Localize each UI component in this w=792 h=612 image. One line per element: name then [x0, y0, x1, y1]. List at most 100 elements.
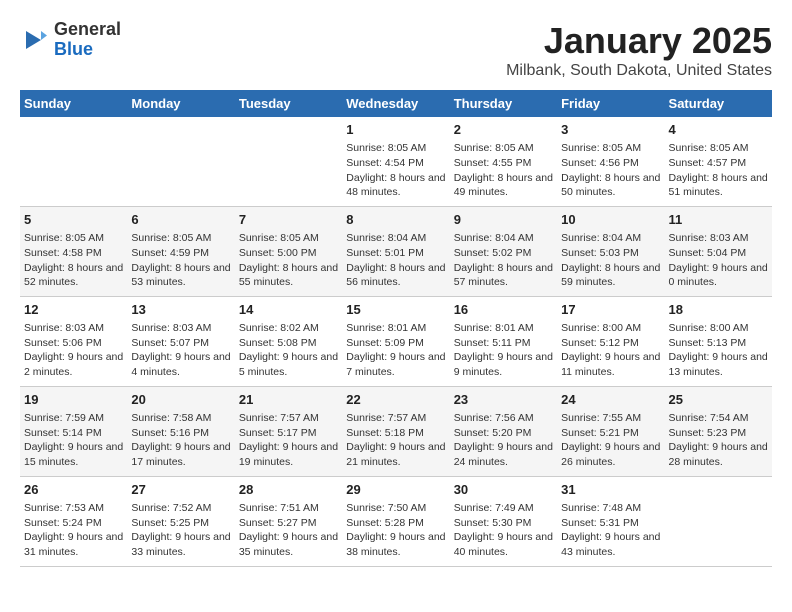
main-title: January 2025 — [506, 20, 772, 62]
day-info: Sunrise: 8:05 AM Sunset: 4:56 PM Dayligh… — [561, 141, 660, 200]
day-cell: 18 Sunrise: 8:00 AM Sunset: 5:13 PM Dayli… — [665, 296, 772, 386]
day-info: Sunrise: 8:03 AM Sunset: 5:06 PM Dayligh… — [24, 321, 123, 380]
day-cell: 25 Sunrise: 7:54 AM Sunset: 5:23 PM Dayli… — [665, 386, 772, 476]
day-cell: 19 Sunrise: 7:59 AM Sunset: 5:14 PM Dayli… — [20, 386, 127, 476]
day-info: Sunrise: 7:50 AM Sunset: 5:28 PM Dayligh… — [346, 501, 445, 560]
day-cell: 20 Sunrise: 7:58 AM Sunset: 5:16 PM Dayli… — [127, 386, 234, 476]
day-number: 26 — [24, 481, 123, 499]
logo-icon — [20, 25, 50, 55]
day-cell: 29 Sunrise: 7:50 AM Sunset: 5:28 PM Dayli… — [342, 476, 449, 566]
day-info: Sunrise: 8:01 AM Sunset: 5:09 PM Dayligh… — [346, 321, 445, 380]
day-cell: 14 Sunrise: 8:02 AM Sunset: 5:08 PM Dayli… — [235, 296, 342, 386]
day-info: Sunrise: 8:02 AM Sunset: 5:08 PM Dayligh… — [239, 321, 338, 380]
day-cell: 10 Sunrise: 8:04 AM Sunset: 5:03 PM Dayli… — [557, 206, 664, 296]
week-row-5: 26 Sunrise: 7:53 AM Sunset: 5:24 PM Dayli… — [20, 476, 772, 566]
day-cell: 15 Sunrise: 8:01 AM Sunset: 5:09 PM Dayli… — [342, 296, 449, 386]
day-number: 10 — [561, 211, 660, 229]
day-info: Sunrise: 7:51 AM Sunset: 5:27 PM Dayligh… — [239, 501, 338, 560]
day-number: 17 — [561, 301, 660, 319]
calendar-table: SundayMondayTuesdayWednesdayThursdayFrid… — [20, 90, 772, 567]
day-cell: 21 Sunrise: 7:57 AM Sunset: 5:17 PM Dayli… — [235, 386, 342, 476]
day-cell — [127, 117, 234, 206]
day-cell: 26 Sunrise: 7:53 AM Sunset: 5:24 PM Dayli… — [20, 476, 127, 566]
day-info: Sunrise: 8:04 AM Sunset: 5:03 PM Dayligh… — [561, 231, 660, 290]
day-number: 1 — [346, 121, 445, 139]
day-info: Sunrise: 8:04 AM Sunset: 5:01 PM Dayligh… — [346, 231, 445, 290]
header-sunday: Sunday — [20, 90, 127, 117]
day-info: Sunrise: 8:03 AM Sunset: 5:07 PM Dayligh… — [131, 321, 230, 380]
day-info: Sunrise: 8:05 AM Sunset: 5:00 PM Dayligh… — [239, 231, 338, 290]
day-info: Sunrise: 7:49 AM Sunset: 5:30 PM Dayligh… — [454, 501, 553, 560]
day-number: 25 — [669, 391, 768, 409]
day-cell — [235, 117, 342, 206]
logo-blue: Blue — [54, 40, 121, 60]
day-number: 28 — [239, 481, 338, 499]
day-number: 2 — [454, 121, 553, 139]
day-number: 27 — [131, 481, 230, 499]
day-cell: 2 Sunrise: 8:05 AM Sunset: 4:55 PM Daylig… — [450, 117, 557, 206]
week-row-1: 1 Sunrise: 8:05 AM Sunset: 4:54 PM Daylig… — [20, 117, 772, 206]
day-info: Sunrise: 8:04 AM Sunset: 5:02 PM Dayligh… — [454, 231, 553, 290]
logo-text: General Blue — [54, 20, 121, 60]
day-info: Sunrise: 8:05 AM Sunset: 4:57 PM Dayligh… — [669, 141, 768, 200]
day-cell: 27Sunrise: 7:52 AM Sunset: 5:25 PM Dayli… — [127, 476, 234, 566]
day-number: 8 — [346, 211, 445, 229]
day-cell: 13Sunrise: 8:03 AM Sunset: 5:07 PM Dayli… — [127, 296, 234, 386]
day-number: 30 — [454, 481, 553, 499]
day-number: 12 — [24, 301, 123, 319]
day-number: 18 — [669, 301, 768, 319]
page-header: General Blue January 2025 Milbank, South… — [20, 20, 772, 80]
day-cell: 7 Sunrise: 8:05 AM Sunset: 5:00 PM Daylig… — [235, 206, 342, 296]
logo: General Blue — [20, 20, 121, 60]
day-cell: 1 Sunrise: 8:05 AM Sunset: 4:54 PM Daylig… — [342, 117, 449, 206]
day-number: 19 — [24, 391, 123, 409]
day-info: Sunrise: 8:01 AM Sunset: 5:11 PM Dayligh… — [454, 321, 553, 380]
day-number: 7 — [239, 211, 338, 229]
day-info: Sunrise: 7:54 AM Sunset: 5:23 PM Dayligh… — [669, 411, 768, 470]
day-cell: 16 Sunrise: 8:01 AM Sunset: 5:11 PM Dayli… — [450, 296, 557, 386]
header-tuesday: Tuesday — [235, 90, 342, 117]
day-info: Sunrise: 7:59 AM Sunset: 5:14 PM Dayligh… — [24, 411, 123, 470]
header-saturday: Saturday — [665, 90, 772, 117]
header-thursday: Thursday — [450, 90, 557, 117]
day-info: Sunrise: 7:57 AM Sunset: 5:17 PM Dayligh… — [239, 411, 338, 470]
day-info: Sunrise: 7:55 AM Sunset: 5:21 PM Dayligh… — [561, 411, 660, 470]
subtitle: Milbank, South Dakota, United States — [506, 62, 772, 80]
title-block: January 2025 Milbank, South Dakota, Unit… — [506, 20, 772, 80]
day-number: 11 — [669, 211, 768, 229]
week-row-2: 5Sunrise: 8:05 AM Sunset: 4:58 PM Daylig… — [20, 206, 772, 296]
day-cell: 12 Sunrise: 8:03 AM Sunset: 5:06 PM Dayli… — [20, 296, 127, 386]
day-number: 20 — [131, 391, 230, 409]
day-info: Sunrise: 8:05 AM Sunset: 4:54 PM Dayligh… — [346, 141, 445, 200]
day-info: Sunrise: 8:05 AM Sunset: 4:55 PM Dayligh… — [454, 141, 553, 200]
day-info: Sunrise: 7:58 AM Sunset: 5:16 PM Dayligh… — [131, 411, 230, 470]
day-number: 9 — [454, 211, 553, 229]
day-info: Sunrise: 7:48 AM Sunset: 5:31 PM Dayligh… — [561, 501, 660, 560]
day-info: Sunrise: 7:57 AM Sunset: 5:18 PM Dayligh… — [346, 411, 445, 470]
day-info: Sunrise: 8:05 AM Sunset: 4:58 PM Dayligh… — [24, 231, 123, 290]
day-cell: 28 Sunrise: 7:51 AM Sunset: 5:27 PM Dayli… — [235, 476, 342, 566]
day-number: 24 — [561, 391, 660, 409]
day-number: 21 — [239, 391, 338, 409]
day-cell — [665, 476, 772, 566]
week-row-3: 12 Sunrise: 8:03 AM Sunset: 5:06 PM Dayli… — [20, 296, 772, 386]
day-cell: 24 Sunrise: 7:55 AM Sunset: 5:21 PM Dayli… — [557, 386, 664, 476]
day-number: 29 — [346, 481, 445, 499]
header-wednesday: Wednesday — [342, 90, 449, 117]
day-number: 16 — [454, 301, 553, 319]
day-cell: 31Sunrise: 7:48 AM Sunset: 5:31 PM Dayli… — [557, 476, 664, 566]
day-cell: 30 Sunrise: 7:49 AM Sunset: 5:30 PM Dayli… — [450, 476, 557, 566]
day-number: 14 — [239, 301, 338, 319]
header-friday: Friday — [557, 90, 664, 117]
day-cell — [20, 117, 127, 206]
week-row-4: 19 Sunrise: 7:59 AM Sunset: 5:14 PM Dayli… — [20, 386, 772, 476]
day-info: Sunrise: 8:00 AM Sunset: 5:12 PM Dayligh… — [561, 321, 660, 380]
day-info: Sunrise: 8:00 AM Sunset: 5:13 PM Dayligh… — [669, 321, 768, 380]
day-cell: 11Sunrise: 8:03 AM Sunset: 5:04 PM Dayli… — [665, 206, 772, 296]
day-cell: 22 Sunrise: 7:57 AM Sunset: 5:18 PM Dayli… — [342, 386, 449, 476]
day-info: Sunrise: 7:53 AM Sunset: 5:24 PM Dayligh… — [24, 501, 123, 560]
day-number: 15 — [346, 301, 445, 319]
day-number: 22 — [346, 391, 445, 409]
day-cell: 8 Sunrise: 8:04 AM Sunset: 5:01 PM Daylig… — [342, 206, 449, 296]
day-cell: 5Sunrise: 8:05 AM Sunset: 4:58 PM Daylig… — [20, 206, 127, 296]
